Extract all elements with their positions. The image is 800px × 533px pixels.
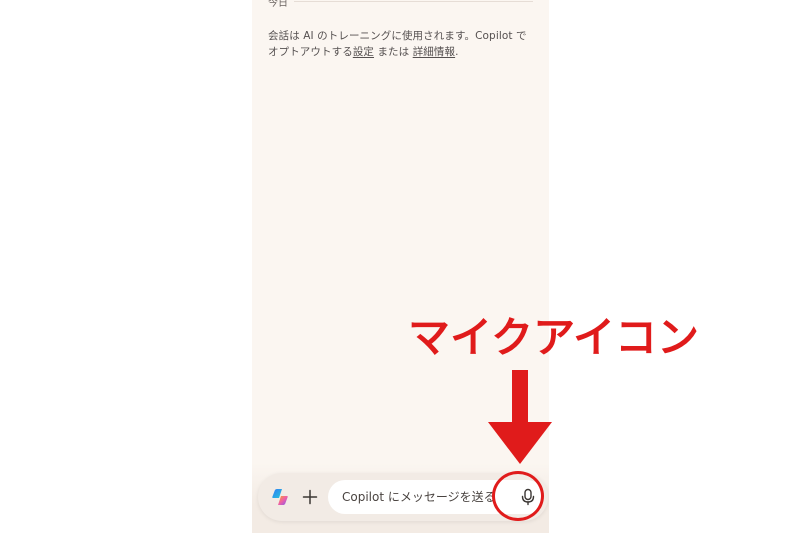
- date-label: 今日: [268, 0, 288, 9]
- settings-link[interactable]: 設定: [353, 46, 374, 58]
- date-separator: 今日: [268, 0, 533, 9]
- microphone-highlight-circle: [492, 471, 544, 521]
- training-notice: 会話は AI のトレーニングに使用されます。Copilot でオプトアウトする設…: [268, 28, 534, 60]
- copilot-logo-icon[interactable]: [270, 487, 290, 507]
- annotation-arrow-icon: [488, 370, 552, 464]
- details-link[interactable]: 詳細情報: [413, 46, 455, 58]
- screenshot-stage: 今日 会話は AI のトレーニングに使用されます。Copilot でオプトアウト…: [0, 0, 800, 533]
- message-input[interactable]: [342, 480, 494, 514]
- notice-end: .: [455, 46, 459, 58]
- date-divider-line: [294, 0, 533, 2]
- annotation-label: マイクアイコン: [408, 313, 700, 362]
- plus-icon: [302, 489, 318, 505]
- add-attachment-button[interactable]: [298, 485, 322, 509]
- notice-or: または: [374, 46, 413, 58]
